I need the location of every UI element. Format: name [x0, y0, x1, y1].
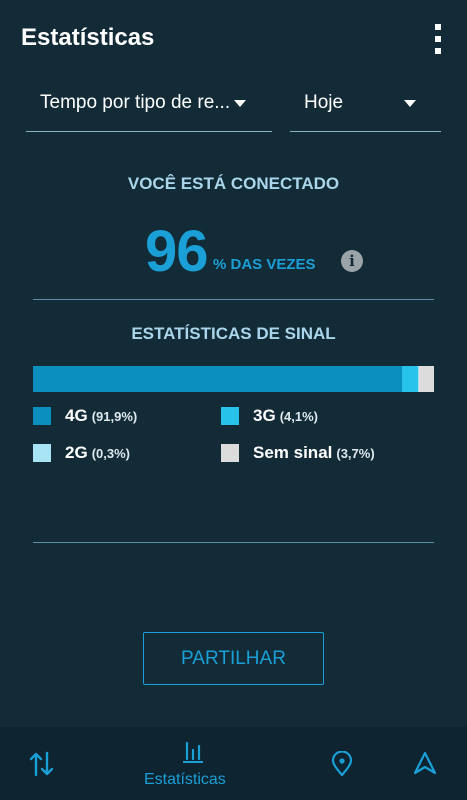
legend-swatch-no-signal [221, 444, 239, 462]
network-type-value: Tempo por tipo de re... [40, 92, 231, 113]
navigation-arrow-icon [413, 751, 437, 775]
legend-percent-3g: (4,1%) [279, 409, 318, 424]
legend-label-3g: 3G [253, 406, 276, 425]
bottom-nav: Estatísticas [0, 727, 467, 800]
legend-swatch-2g [33, 444, 51, 462]
divider [33, 542, 434, 543]
connection-percent: 96 % DAS VEZES i [0, 218, 467, 284]
info-icon[interactable]: i [341, 250, 363, 272]
legend-label-no-signal: Sem sinal [253, 443, 333, 462]
legend-percent-2g: (0,3%) [91, 446, 130, 461]
signal-bar-segment-4g [33, 366, 402, 392]
data-transfer-icon [29, 751, 54, 777]
divider [33, 299, 434, 300]
more-vert-icon[interactable] [428, 24, 448, 54]
signal-stacked-bar [33, 366, 434, 392]
connection-percent-value: 96 [145, 219, 209, 284]
connection-percent-suffix: % DAS VEZES [213, 256, 316, 273]
legend-label-4g: 4G [65, 406, 88, 425]
app-bar: Estatísticas [0, 0, 467, 78]
dropdown-arrow-icon [404, 100, 416, 107]
connected-label: VOCÊ ESTÁ CONECTADO [127, 174, 340, 193]
nav-item-data-transfer[interactable] [18, 727, 66, 800]
period-dropdown[interactable]: Hoje [290, 82, 441, 132]
nav-item-statistics[interactable]: Estatísticas [140, 727, 244, 800]
nav-label-statistics: Estatísticas [144, 771, 226, 788]
page-title: Estatísticas [21, 24, 155, 51]
nav-item-location[interactable] [318, 727, 366, 800]
legend-swatch-3g [221, 407, 239, 425]
dropdown-arrow-icon [234, 100, 246, 107]
period-value: Hoje [304, 92, 344, 113]
bar-chart-icon [183, 741, 203, 763]
signal-bar-segment-no-signal [419, 366, 434, 392]
nav-item-navigation[interactable] [401, 727, 449, 800]
network-type-dropdown[interactable]: Tempo por tipo de re... [26, 82, 272, 132]
signal-stats-title: ESTATÍSTICAS DE SINAL [131, 324, 336, 343]
signal-bar-segment-3g [401, 366, 418, 392]
legend-percent-4g: (91,9%) [91, 409, 138, 424]
legend-swatch-4g [33, 407, 51, 425]
legend-percent-no-signal: (3,7%) [336, 446, 375, 461]
legend-label-2g: 2G [65, 443, 88, 462]
location-pin-icon [331, 751, 353, 777]
share-button[interactable]: PARTILHAR [143, 632, 324, 685]
